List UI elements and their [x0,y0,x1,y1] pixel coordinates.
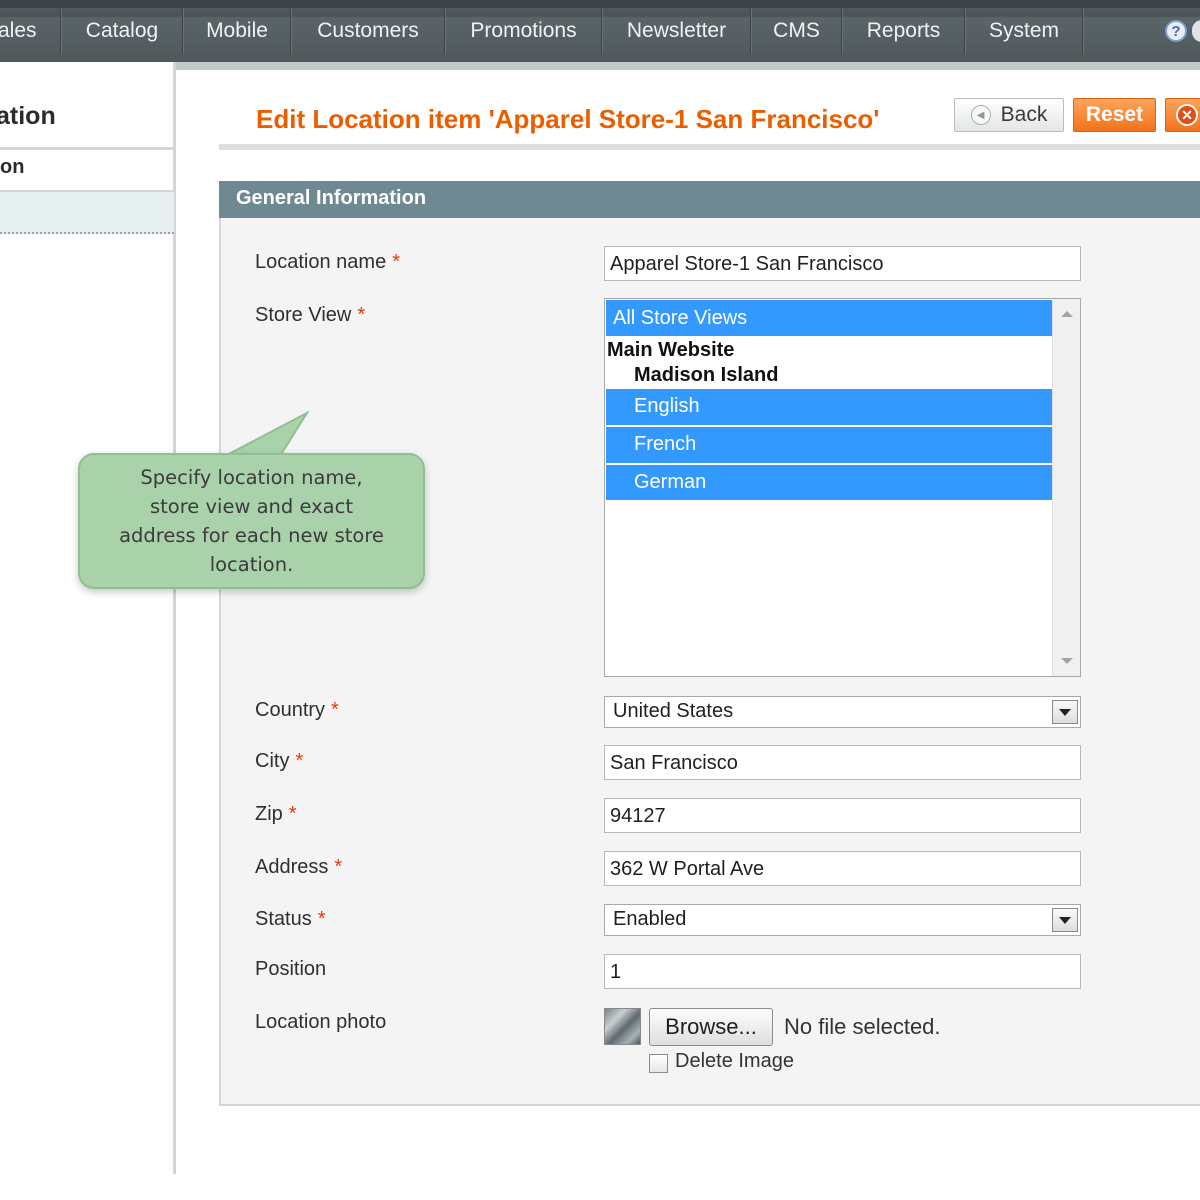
nav-item-catalog[interactable]: Catalog [62,8,182,54]
location-photo-label-text: Location photo [255,1011,387,1033]
help-icon[interactable]: ? [1165,20,1187,42]
country-label: Country * [255,699,339,722]
delete-image-checkbox[interactable] [649,1054,668,1073]
nav-item-system[interactable]: System [966,8,1082,54]
required-marker: * [357,304,366,326]
required-marker: * [392,251,400,273]
reset-button[interactable]: Reset [1073,98,1156,132]
scroll-down-icon[interactable] [1061,658,1073,664]
position-label-text: Position [255,958,327,980]
status-label: Status * [255,908,326,931]
page-title: Edit Location item 'Apparel Store-1 San … [256,104,880,134]
store-view-group-website: Main Website [607,339,735,361]
store-view-option-french[interactable]: French [606,427,1052,463]
status-label-text: Status [255,908,312,930]
address-label: Address * [255,856,342,879]
sidebar-title: ation [0,100,174,150]
nav-item-newsletter[interactable]: Newsletter [603,8,750,54]
location-photo-label: Location photo [255,1011,386,1034]
position-input[interactable]: 1 [604,954,1081,989]
select-arrow-icon[interactable] [1052,700,1078,724]
sidebar-tab-label: on [0,156,25,178]
back-button-label: Back [1000,103,1048,126]
country-selected-value: United States [613,700,734,722]
zip-label-text: Zip [255,803,283,825]
store-view-option-english[interactable]: English [606,389,1052,425]
store-view-label: Store View * [255,304,365,327]
delete-image-label[interactable]: Delete Image [675,1050,794,1073]
country-label-text: Country [255,699,326,721]
callout-text: Specify location name, store view and ex… [119,466,384,576]
city-label-text: City [255,750,290,772]
location-name-input[interactable]: Apparel Store-1 San Francisco [604,246,1081,281]
browse-button[interactable]: Browse... [649,1008,773,1046]
file-status-text: No file selected. [784,1014,941,1039]
store-view-option-german[interactable]: German [606,465,1052,500]
nav-item-reports[interactable]: Reports [843,8,964,54]
status-selected-value: Enabled [613,908,687,930]
section-header: General Information [219,181,1200,218]
city-input[interactable]: San Francisco [604,745,1081,780]
callout-tooltip: Specify location name, store view and ex… [78,453,425,589]
delete-button[interactable]: ✕ [1165,98,1200,132]
store-view-scrollbar[interactable] [1052,299,1080,676]
header-divider [219,144,1200,150]
location-name-label: Location name * [255,251,400,274]
callout-tail [225,410,315,458]
store-view-option-all[interactable]: All Store Views [606,300,1052,336]
back-arrow-icon: ◀ [970,105,991,125]
required-marker: * [317,908,326,930]
zip-input[interactable]: 94127 [604,798,1081,833]
select-arrow-icon[interactable] [1052,908,1078,932]
nav-item-sales[interactable]: ales [0,8,38,54]
required-marker: * [334,856,343,878]
photo-thumbnail[interactable] [604,1008,641,1045]
address-input[interactable]: 362 W Portal Ave [604,851,1081,886]
delete-icon: ✕ [1176,104,1198,126]
nav-item-mobile[interactable]: Mobile [184,8,290,54]
address-label-text: Address [255,856,329,878]
city-label: City * [255,750,303,773]
location-name-label-text: Location name [255,251,387,273]
back-button[interactable]: ◀ Back [954,98,1064,132]
zip-label: Zip * [255,803,297,826]
scroll-up-icon[interactable] [1061,311,1073,317]
required-marker: * [288,803,297,825]
nav-underline [0,62,1200,70]
nav-item-promotions[interactable]: Promotions [446,8,601,54]
position-label: Position [255,958,326,981]
sidebar: ation on [0,62,176,1174]
store-view-group-store: Madison Island [634,364,779,386]
store-view-multiselect[interactable]: All Store Views Main Website Madison Isl… [604,298,1081,677]
required-marker: * [295,750,304,772]
nav-separator [1082,8,1084,54]
nav-item-cms[interactable]: CMS [752,8,841,54]
country-select[interactable]: United States [604,696,1081,728]
store-view-label-text: Store View [255,304,352,326]
sidebar-item-general-information[interactable] [0,190,174,234]
status-select[interactable]: Enabled [604,904,1081,936]
required-marker: * [331,699,339,721]
nav-item-customers[interactable]: Customers [292,8,444,54]
